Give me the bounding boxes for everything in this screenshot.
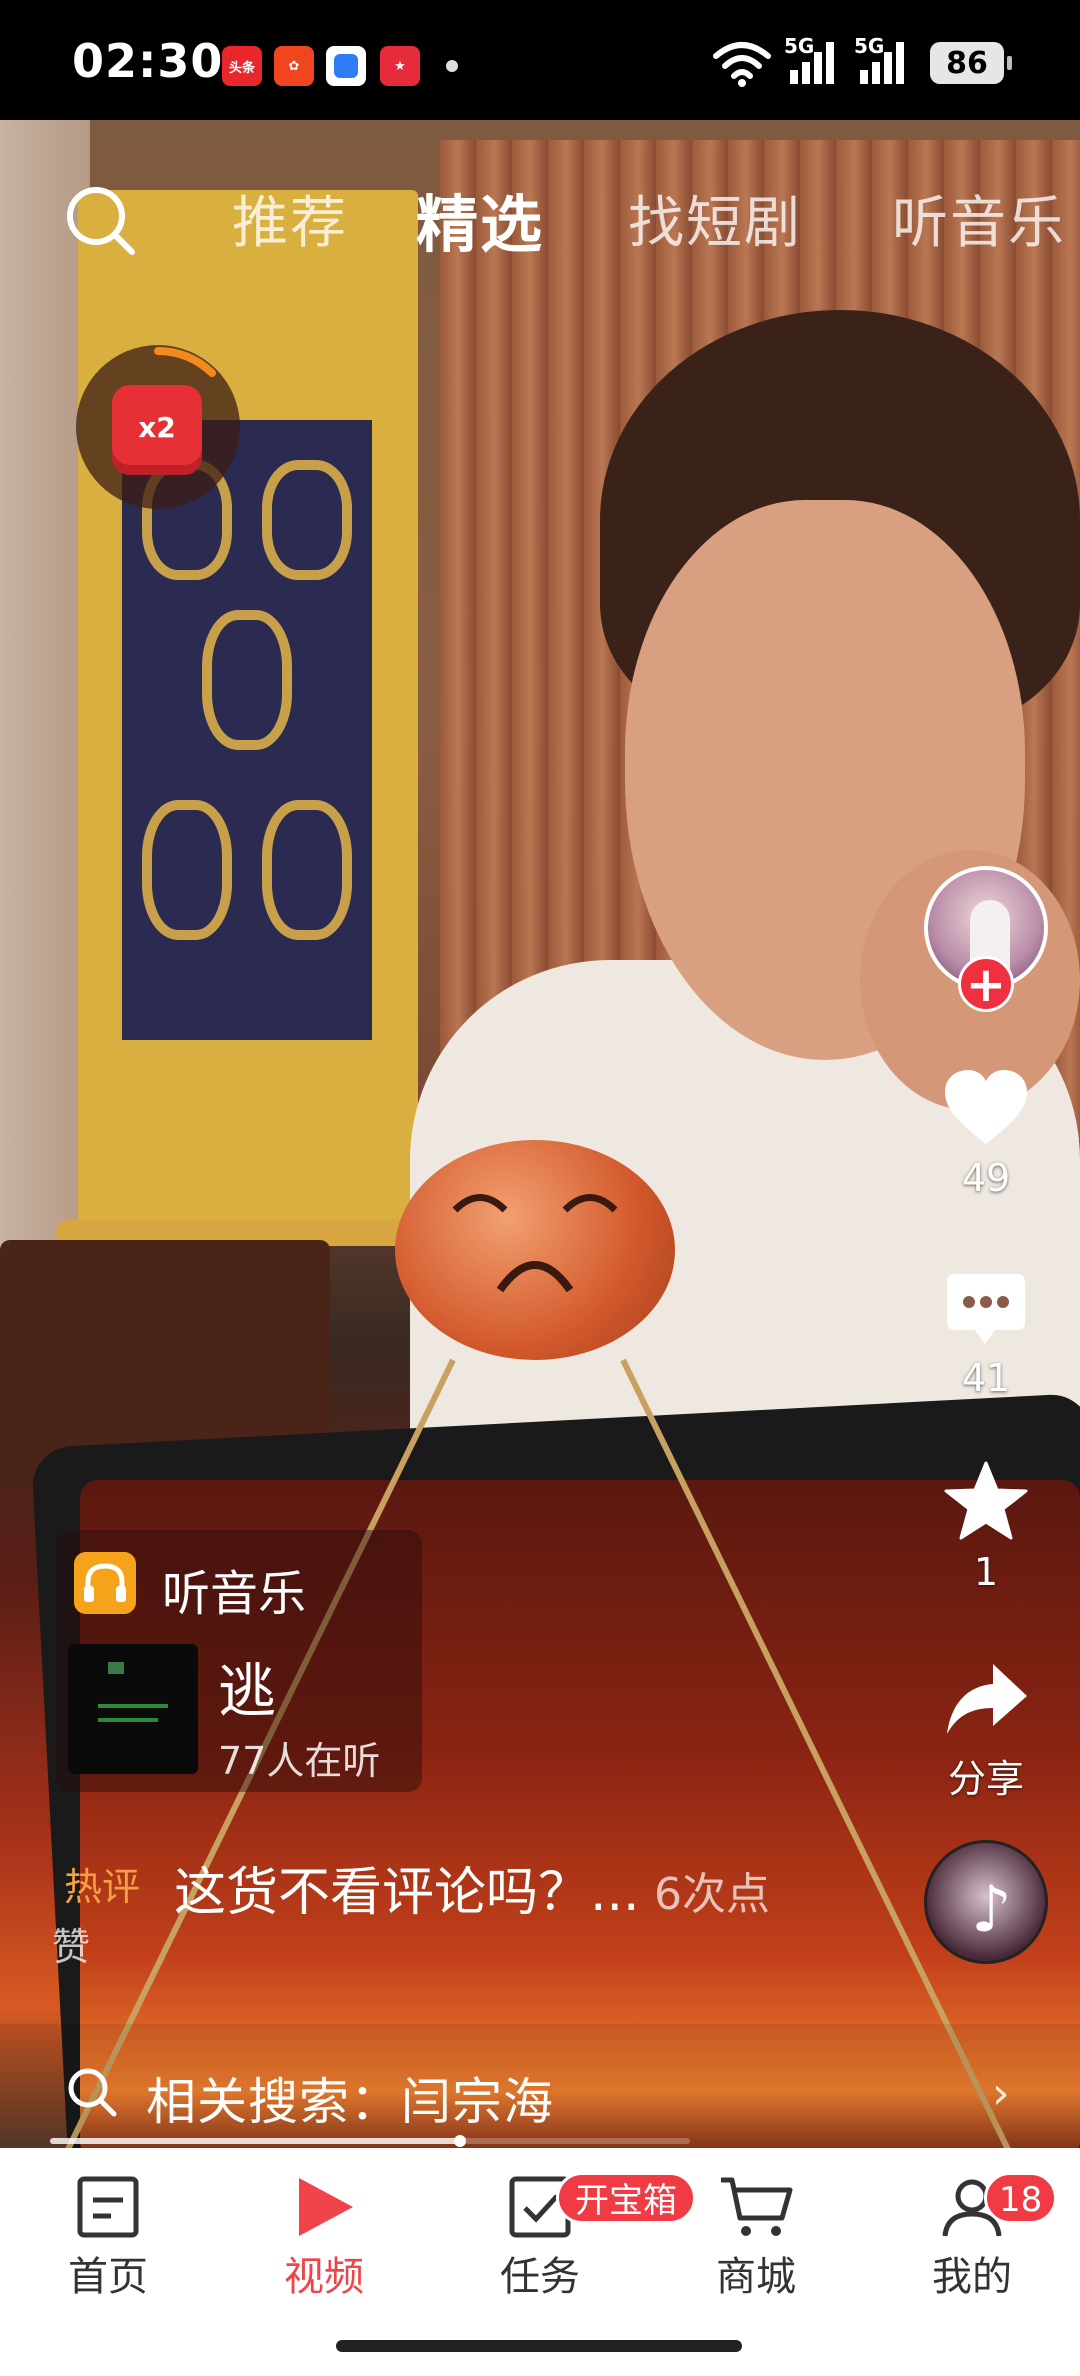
listener-count: 77人在听 bbox=[218, 1739, 381, 1783]
nav-video-label: 视频 bbox=[284, 2254, 364, 2300]
related-search-text: 相关搜索：闫宗海 bbox=[146, 2073, 554, 2131]
toutiao-notification-icon: 头条 bbox=[222, 46, 262, 86]
task-treasure-badge: 开宝箱 bbox=[556, 2172, 696, 2224]
app-notification-icon: ✿ bbox=[274, 46, 314, 86]
nav-mall[interactable]: 商城 bbox=[676, 2174, 836, 2302]
signal-icon-2 bbox=[860, 42, 904, 84]
tab-featured[interactable]: 精选 bbox=[416, 174, 544, 264]
nav-home[interactable]: 首页 bbox=[28, 2174, 188, 2302]
wifi-icon bbox=[713, 42, 771, 87]
red-packet-multiplier: x2 bbox=[138, 411, 176, 444]
search-icon[interactable] bbox=[60, 180, 140, 260]
chevron-right-icon: › bbox=[992, 2068, 1010, 2119]
tab-recommend[interactable]: 推荐 bbox=[232, 178, 348, 259]
browser-notification-icon bbox=[326, 46, 366, 86]
share-button[interactable]: 分享 bbox=[926, 1660, 1046, 1803]
video-progress-knob[interactable] bbox=[453, 2135, 466, 2147]
red-packet-widget[interactable]: x2 bbox=[76, 345, 240, 509]
shopping-cart-icon bbox=[721, 2177, 793, 2236]
comment-count: 41 bbox=[961, 1356, 1011, 1400]
comment-button[interactable]: 41 bbox=[926, 1272, 1046, 1400]
nav-home-label: 首页 bbox=[68, 2254, 148, 2300]
signal-icon-1 bbox=[790, 42, 834, 84]
share-label: 分享 bbox=[947, 1757, 1024, 1801]
music-card[interactable]: 听音乐 逃 77人在听 bbox=[56, 1530, 422, 1792]
like-button[interactable]: 49 bbox=[926, 1066, 1046, 1200]
hot-comment-likes: 6次点 bbox=[654, 1869, 770, 1920]
favorite-count: 1 bbox=[973, 1550, 999, 1594]
favorite-button[interactable]: 1 bbox=[926, 1460, 1046, 1594]
tab-short-drama[interactable]: 找短剧 bbox=[628, 178, 802, 259]
nav-mall-label: 商城 bbox=[716, 2254, 796, 2300]
top-nav: 推荐 精选 找短剧 听音乐 bbox=[0, 150, 1080, 280]
sad-face-icon bbox=[452, 1194, 618, 1293]
related-search-bar[interactable]: 相关搜索：闫宗海 › bbox=[0, 2024, 1080, 2154]
video-progress-fill bbox=[50, 2138, 460, 2144]
home-doc-icon bbox=[77, 2176, 139, 2238]
video-progress-bar[interactable] bbox=[50, 2135, 690, 2147]
follow-button[interactable]: + bbox=[958, 956, 1014, 1012]
music-note-icon: ♪ bbox=[971, 1873, 1012, 1947]
comment-icon bbox=[947, 1274, 1025, 1344]
profile-notification-badge: 18 bbox=[984, 2172, 1058, 2224]
video-apple bbox=[395, 1140, 675, 1360]
hot-comment-likes-suffix: 赞 bbox=[52, 1925, 91, 1969]
more-notifications-dot bbox=[446, 60, 458, 72]
album-cover bbox=[68, 1644, 198, 1774]
headphones-icon bbox=[74, 1552, 136, 1614]
hot-comment-tag: 热评 bbox=[64, 1865, 141, 1909]
song-title: 逃 bbox=[218, 1657, 277, 1725]
nav-profile-label: 我的 bbox=[932, 2254, 1012, 2300]
music-card-label: 听音乐 bbox=[162, 1566, 307, 1622]
heart-icon bbox=[945, 1070, 1027, 1144]
nav-tasks-label: 任务 bbox=[500, 2254, 580, 2300]
battery-indicator: 86 bbox=[930, 42, 1012, 84]
status-bar: 02:30 头条 ✿ ★ 5G 5G 86 bbox=[0, 0, 1080, 120]
play-icon bbox=[299, 2178, 353, 2236]
game-notification-icon: ★ bbox=[380, 46, 420, 86]
star-icon bbox=[944, 1461, 1028, 1540]
status-time: 02:30 bbox=[72, 34, 224, 88]
share-arrow-icon bbox=[947, 1664, 1027, 1734]
home-indicator[interactable] bbox=[336, 2340, 742, 2352]
hot-comment-text: 这货不看评论吗？... bbox=[174, 1863, 640, 1923]
hot-comment[interactable]: 热评 赞 这货不看评论吗？... 6次点 bbox=[50, 1850, 870, 1970]
music-disc[interactable]: ♪ bbox=[924, 1840, 1048, 1964]
tab-listen-music[interactable]: 听音乐 bbox=[892, 178, 1066, 259]
like-count: 49 bbox=[961, 1156, 1011, 1200]
nav-video[interactable]: 视频 bbox=[244, 2174, 404, 2302]
search-icon bbox=[68, 2068, 117, 2117]
